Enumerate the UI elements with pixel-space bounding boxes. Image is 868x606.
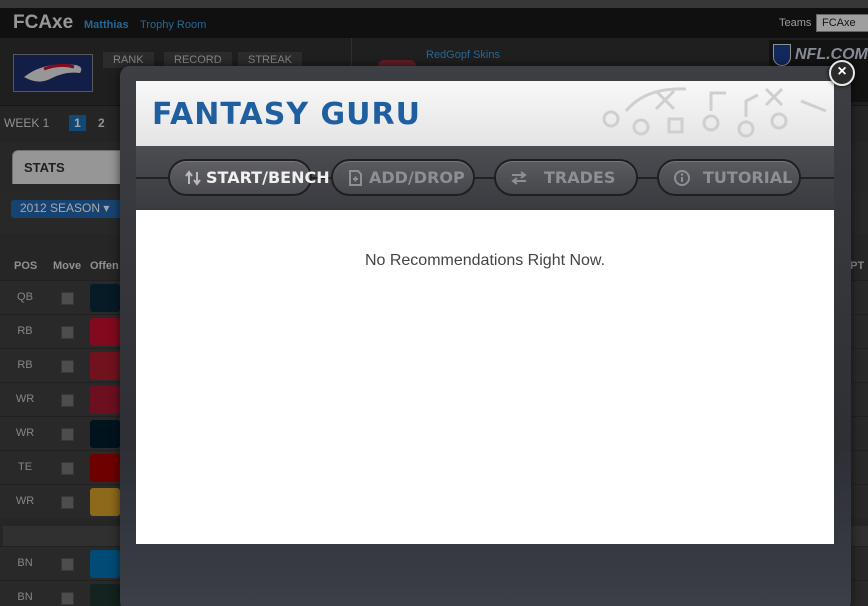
info-icon: [674, 170, 690, 186]
tab-start-bench[interactable]: START/BENCH: [168, 159, 330, 196]
guru-content: No Recommendations Right Now.: [136, 210, 834, 544]
swap-horizontal-icon: [511, 171, 527, 185]
playbook-diagram-icon: [602, 87, 827, 138]
modal-title: FANTASY GURU: [152, 97, 421, 132]
tab-label: TUTORIAL: [703, 168, 793, 187]
empty-message: No Recommendations Right Now.: [364, 252, 606, 269]
tab-label: TRADES: [544, 168, 616, 187]
swap-vertical-icon: [185, 170, 201, 186]
guru-tab-bar: START/BENCH ADD/DROP TRADES TUTORIAL: [136, 146, 834, 210]
tab-add-drop[interactable]: ADD/DROP: [331, 159, 475, 196]
tab-tutorial[interactable]: TUTORIAL: [657, 159, 801, 196]
tab-label: ADD/DROP: [369, 168, 465, 187]
guru-header: FANTASY GURU: [136, 81, 834, 146]
close-icon[interactable]: ×: [829, 60, 855, 86]
tab-trades[interactable]: TRADES: [494, 159, 638, 196]
document-add-icon: [349, 170, 362, 186]
tab-label: START/BENCH: [206, 168, 330, 187]
app-window: FCAxe Matthias Trophy Room Teams FCAxe R…: [0, 0, 868, 606]
